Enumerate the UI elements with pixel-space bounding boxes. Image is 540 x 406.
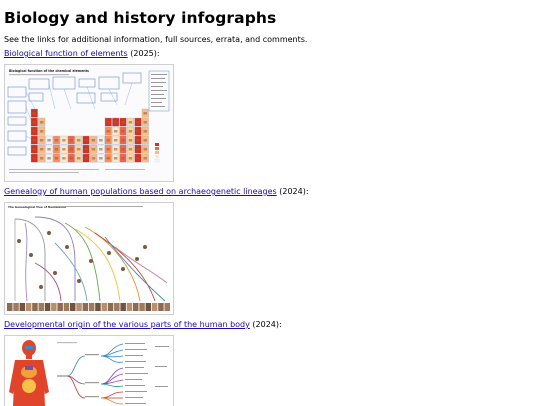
periodic-table-infograph-image: Biological function of the chemical elem… — [5, 65, 173, 181]
entry-year: (2024): — [276, 187, 309, 196]
entry-year: (2024): — [249, 320, 282, 329]
entry-biological-function: Biological function of elements (2025): — [4, 49, 160, 58]
thumbnail-genealogy[interactable]: The Genealogical Tree of Humankind — [4, 202, 174, 315]
thumb-title: Biological function of the chemical elem… — [9, 69, 89, 73]
link-biological-function[interactable]: Biological function of elements — [4, 49, 128, 58]
genealogy-tree-image: The Genealogical Tree of Humankind — [5, 203, 173, 314]
thumbnail-biological-function[interactable]: Biological function of the chemical elem… — [4, 64, 174, 182]
intro-text: See the links for additional information… — [4, 35, 308, 44]
entry-developmental-origin: Developmental origin of the various part… — [4, 320, 282, 329]
page: Biology and history infographs See the l… — [0, 0, 540, 406]
entry-genealogy: Genealogy of human populations based on … — [4, 187, 309, 196]
body-origin-diagram-image — [5, 336, 173, 406]
entry-year: (2025): — [127, 49, 160, 58]
thumbnail-developmental-origin[interactable] — [4, 335, 174, 406]
page-title: Biology and history infographs — [4, 9, 277, 27]
link-developmental-origin[interactable]: Developmental origin of the various part… — [4, 320, 250, 329]
link-genealogy[interactable]: Genealogy of human populations based on … — [4, 187, 277, 196]
